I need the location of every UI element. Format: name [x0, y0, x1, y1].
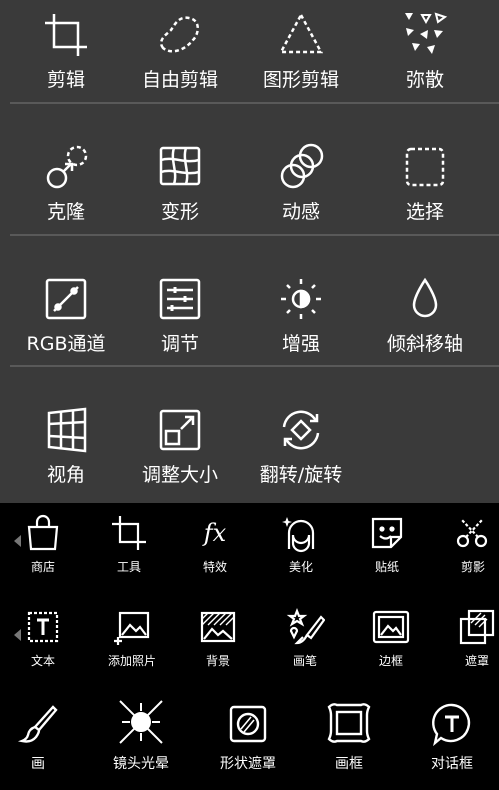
scissors-icon: [453, 513, 493, 553]
bottom-toolbar: 商店 工具 fx 特效 美化 贴纸 剪影 文本 添加照片 背景 画笔 边框 遮罩…: [0, 503, 499, 790]
toolbar-item-text[interactable]: 文本: [15, 607, 71, 669]
free-crop-icon: [155, 10, 205, 60]
perspective-grid-icon: [41, 405, 91, 455]
drop-icon: [400, 274, 450, 324]
sticker-icon: [367, 513, 407, 553]
toolbar-item-effects[interactable]: fx 特效: [187, 513, 243, 575]
tools-row-2: 克隆 变形 动感 选择: [0, 132, 499, 262]
tool-label: 视角: [46, 464, 85, 486]
tool-label: RGB通道: [26, 333, 106, 355]
tool-label: 动感: [281, 201, 320, 223]
toolbar-item-stickers[interactable]: 贴纸: [359, 513, 415, 575]
tools-row-3: RGB通道 调节 增强 倾斜移轴: [0, 264, 499, 394]
toolbar-item-beautify[interactable]: 美化: [273, 513, 329, 575]
toolbar-item-frame[interactable]: 画框: [321, 699, 377, 773]
brush-star-icon: [285, 607, 325, 647]
border-frame-icon: [371, 607, 411, 647]
toolbar-item-add-photo[interactable]: 添加照片: [101, 607, 163, 669]
tool-label: 调节: [160, 333, 199, 355]
toolbar-item-border[interactable]: 边框: [363, 607, 419, 669]
lens-flare-icon: [116, 697, 166, 747]
shape-mask-icon: [225, 701, 271, 747]
text-box-icon: [23, 607, 63, 647]
tool-label: 增强: [281, 333, 320, 355]
selection-icon: [400, 142, 450, 192]
tools-row-1: 剪辑 自由剪辑 图形剪辑 弥散: [0, 0, 499, 130]
tool-label: 倾斜移轴: [386, 333, 463, 355]
tool-crop[interactable]: 剪辑: [4, 0, 128, 130]
tool-label: 自由剪辑: [141, 69, 218, 91]
toolbar-item-mask[interactable]: 遮罩: [449, 607, 499, 669]
shopping-bag-icon: [23, 513, 63, 553]
tool-label: 变形: [160, 201, 199, 223]
tool-label: 图形剪辑: [262, 69, 339, 91]
background-icon: [198, 607, 238, 647]
toolbar-item-lens-flare[interactable]: 镜头光晕: [103, 697, 179, 773]
resize-icon: [155, 405, 205, 455]
tool-rgb-channel[interactable]: RGB通道: [4, 264, 128, 394]
toolbar-item-speech-bubble[interactable]: 对话框: [424, 701, 480, 773]
tool-enhance[interactable]: 增强: [239, 264, 363, 394]
tool-label: 弥散: [405, 69, 444, 91]
picture-frame-icon: [325, 699, 373, 747]
mask-layers-icon: [457, 607, 497, 647]
crop-icon: [41, 10, 91, 60]
separator: [10, 102, 499, 104]
tool-label: 选择: [405, 201, 444, 223]
adjust-sliders-icon: [155, 274, 205, 324]
tool-tilt-shift[interactable]: 倾斜移轴: [363, 264, 487, 394]
svg-text:fx: fx: [202, 519, 227, 547]
tool-adjust[interactable]: 调节: [118, 264, 242, 394]
tool-label: 翻转/旋转: [259, 464, 343, 486]
toolbar-item-draw[interactable]: 画: [10, 701, 66, 773]
toolbar-item-brush[interactable]: 画笔: [277, 607, 333, 669]
tool-dispersion[interactable]: 弥散: [363, 0, 487, 130]
enhance-sun-icon: [276, 274, 326, 324]
toolbar-item-shape-mask[interactable]: 形状遮罩: [210, 701, 286, 773]
tool-label: 剪辑: [46, 69, 85, 91]
tool-warp[interactable]: 变形: [118, 132, 242, 262]
fx-icon: fx: [195, 513, 235, 553]
motion-circles-icon: [276, 142, 326, 192]
tool-label: 克隆: [46, 201, 85, 223]
separator: [10, 365, 499, 367]
tool-select[interactable]: 选择: [363, 132, 487, 262]
face-sparkle-icon: [281, 513, 321, 553]
speech-bubble-icon: [429, 701, 475, 747]
add-photo-icon: [112, 607, 152, 647]
warp-grid-icon: [155, 142, 205, 192]
tool-free-crop[interactable]: 自由剪辑: [118, 0, 242, 130]
toolbar-item-tools[interactable]: 工具: [101, 513, 157, 575]
rgb-curve-icon: [41, 274, 91, 324]
editor-tools-panel: 剪辑 自由剪辑 图形剪辑 弥散 克隆 变形 动感 选择 RGB通道 调节 增强 …: [0, 0, 499, 503]
triangle-crop-icon: [276, 10, 326, 60]
paintbrush-icon: [15, 701, 61, 747]
toolbar-item-cutout[interactable]: 剪影: [445, 513, 499, 575]
tool-clone[interactable]: 克隆: [4, 132, 128, 262]
toolbar-item-shop[interactable]: 商店: [15, 513, 71, 575]
flip-rotate-icon: [276, 405, 326, 455]
tool-label: 调整大小: [141, 464, 218, 486]
crop-icon: [109, 513, 149, 553]
tool-shape-crop[interactable]: 图形剪辑: [239, 0, 363, 130]
clone-icon: [41, 142, 91, 192]
tool-motion[interactable]: 动感: [239, 132, 363, 262]
separator: [10, 234, 499, 236]
toolbar-item-background[interactable]: 背景: [190, 607, 246, 669]
dispersion-icon: [400, 10, 450, 60]
